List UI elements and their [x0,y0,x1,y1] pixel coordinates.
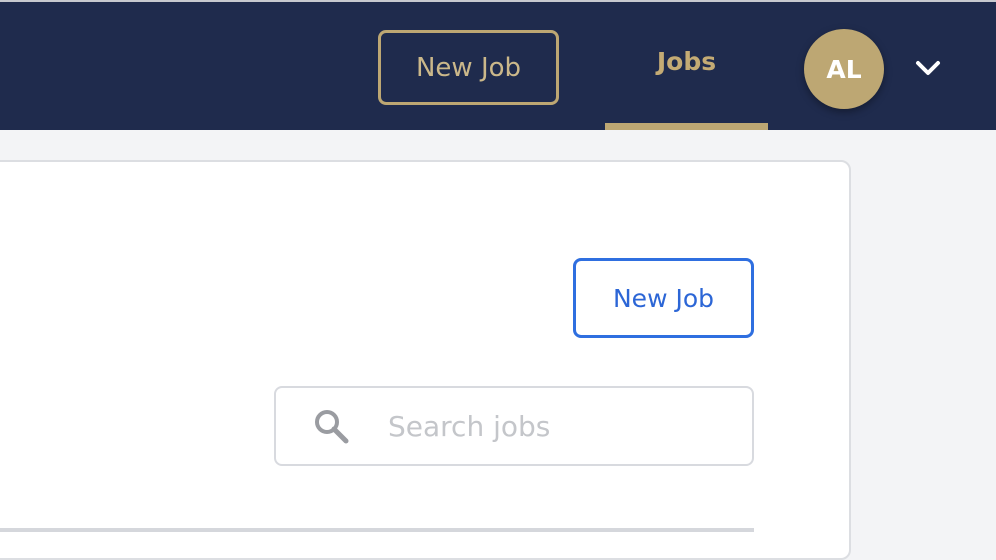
chevron-down-icon [916,61,940,75]
account-menu-toggle[interactable] [910,52,946,84]
new-job-button[interactable]: New Job [573,258,754,338]
search-icon [315,410,349,444]
table-divider [0,528,754,532]
tab-jobs[interactable]: Jobs [605,2,768,130]
search-box[interactable] [274,386,754,466]
search-input[interactable] [376,398,736,454]
user-avatar[interactable]: AL [804,29,884,109]
jobs-panel [0,160,851,560]
top-navigation-bar: New Job Jobs AL [0,0,996,130]
header-new-job-button[interactable]: New Job [378,30,559,105]
